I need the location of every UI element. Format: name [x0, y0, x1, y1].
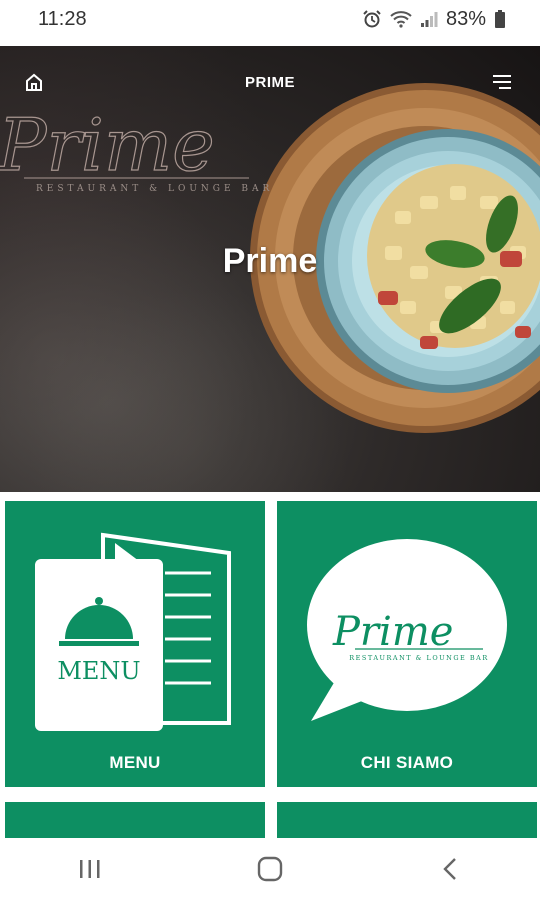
- battery-percent: 83%: [445, 7, 486, 30]
- menu-tile[interactable]: MENU MENU: [5, 501, 265, 787]
- speech-bubble-icon: Prime RESTAURANT & LOUNGE BAR: [307, 539, 507, 721]
- menu-book-icon: MENU: [35, 532, 231, 731]
- system-nav-bar: [0, 838, 540, 900]
- alarm-icon: [362, 9, 382, 29]
- app-bar: PRIME: [0, 46, 540, 118]
- signal-icon: [420, 10, 438, 28]
- hero-heading: Prime: [222, 242, 318, 280]
- about-tile-label: CHI SIAMO: [360, 753, 454, 772]
- about-logo-subtitle: RESTAURANT & LOUNGE BAR: [349, 654, 488, 662]
- status-time: 11:28: [38, 7, 87, 30]
- recent-apps-icon[interactable]: [60, 849, 120, 889]
- hamburger-menu-icon[interactable]: [490, 70, 514, 94]
- home-icon[interactable]: [22, 70, 46, 94]
- battery-icon: [494, 9, 506, 29]
- app-title: PRIME: [244, 74, 295, 91]
- tile-partial-right[interactable]: [277, 802, 537, 842]
- about-logo-text: Prime: [332, 609, 453, 655]
- hero-logo-subtitle: RESTAURANT & LOUNGE BAR: [36, 184, 274, 194]
- status-bar: 11:28 83%: [0, 0, 540, 38]
- hero-banner: Prime RESTAURANT & LOUNGE BAR PRIME Prim…: [0, 46, 540, 492]
- wifi-icon: [390, 10, 412, 28]
- nav-home-icon[interactable]: [240, 849, 300, 889]
- back-icon[interactable]: [420, 849, 480, 889]
- about-tile[interactable]: Prime RESTAURANT & LOUNGE BAR CHI SIAMO: [277, 501, 537, 787]
- tile-partial-left[interactable]: [5, 802, 265, 842]
- menu-tile-label: MENU: [109, 753, 161, 772]
- status-icons: 83%: [362, 8, 506, 31]
- menu-icon-text: MENU: [57, 657, 140, 685]
